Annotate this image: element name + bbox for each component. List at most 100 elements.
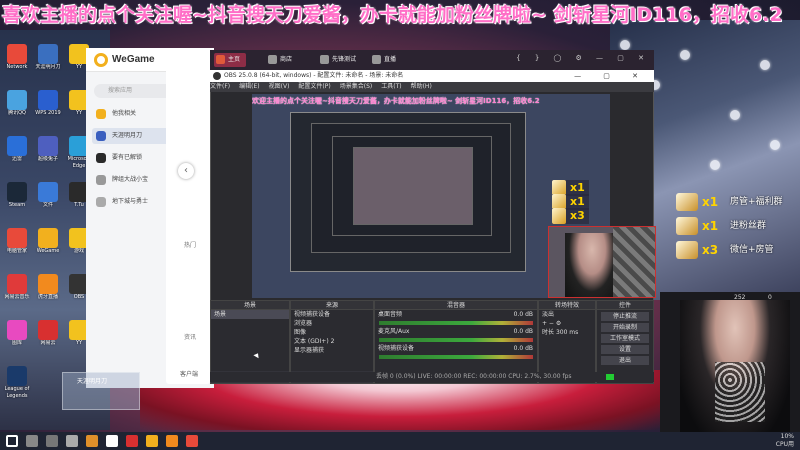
topbar-tab[interactable]: 商店 <box>266 53 292 67</box>
source-item[interactable]: 显示器捕获 <box>291 346 373 355</box>
obs-menu-item[interactable]: 配置文件(P) <box>298 83 330 90</box>
streamer-webcam: 252 0 <box>660 292 800 432</box>
netease-icon[interactable] <box>126 435 138 447</box>
blossom-petal <box>620 40 630 50</box>
obs-logo-icon <box>213 72 221 80</box>
wegame-icon[interactable] <box>146 435 158 447</box>
desktop-icon[interactable]: WeGame <box>33 228 63 264</box>
gift-row: x1 进粉丝群 <box>676 216 800 236</box>
desktop-icon[interactable]: Network <box>2 44 32 80</box>
desktop-icon[interactable]: 虎牙直播 <box>33 274 63 310</box>
ghost-window-thumbnail[interactable]: 天涯明月刀 <box>62 372 140 410</box>
scene-item[interactable]: 场景 <box>211 310 289 319</box>
app-icon[interactable] <box>106 435 118 447</box>
wegame-nav-label: 要有已解锁 <box>112 154 143 161</box>
app-icon[interactable] <box>66 435 78 447</box>
source-item[interactable]: 文本 (GDI+) 2 <box>291 337 373 346</box>
gift-row: x1 房管+福利群 <box>676 192 800 212</box>
control-button[interactable]: 开始录制 <box>601 323 649 332</box>
controls-list: 停止推流开始录制工作室模式设置退出 <box>597 312 653 365</box>
transition-type-select[interactable]: 淡出 <box>539 310 595 319</box>
taskbar: 10% CPU用 <box>0 432 800 450</box>
obs-menu-item[interactable]: 场景集合(S) <box>340 83 373 90</box>
control-button[interactable]: 设置 <box>601 345 649 354</box>
wegame-nav-label: 他我相关 <box>112 110 137 117</box>
preview-gift-item: x3 <box>552 208 589 224</box>
blossom-petal <box>710 160 720 170</box>
system-tray[interactable]: 10% CPU用 <box>776 433 794 449</box>
wegame-nav-icon <box>96 175 106 185</box>
control-button[interactable]: 停止推流 <box>601 312 649 321</box>
streaming-app-topbar: 主页 商店 先锋测试 直播 { } ◯ ⚙ — ▢ ✕ <box>210 50 654 70</box>
source-item[interactable]: 浏览器 <box>291 319 373 328</box>
mixer-dock-title: 混音器 <box>375 301 537 310</box>
mixer-volume-slider[interactable] <box>379 338 533 342</box>
desktop-app-icon <box>38 228 58 248</box>
obs-window-buttons[interactable]: — ▢ ✕ <box>574 70 648 82</box>
control-button[interactable]: 工作室模式 <box>601 334 649 343</box>
mixer-channel: 麦克风/Aux 0.0 dB <box>375 327 537 342</box>
desktop-icon-label: 虎牙直播 <box>37 294 58 300</box>
source-item[interactable]: 图像 <box>291 328 373 337</box>
wegame-nav-icon <box>96 109 106 119</box>
control-button[interactable]: 退出 <box>601 356 649 365</box>
scenes-dock-title: 场景 <box>211 301 289 310</box>
topbar-tab[interactable]: 直播 <box>370 53 396 67</box>
huya-icon[interactable] <box>166 435 178 447</box>
desktop-icon[interactable]: 网易云 <box>33 320 63 356</box>
mixer-volume-slider[interactable] <box>379 355 533 359</box>
gift-count: x1 <box>570 195 585 208</box>
desktop-app-icon <box>7 320 27 340</box>
search-icon[interactable] <box>26 435 38 447</box>
desktop-app-icon <box>38 136 58 156</box>
topbar-tab[interactable]: 先锋测试 <box>318 53 356 67</box>
manager-icon[interactable] <box>186 435 198 447</box>
mixer-volume-slider[interactable] <box>379 321 533 325</box>
wegame-client-button[interactable]: 客户端 <box>166 366 210 384</box>
desktop-icon[interactable]: 网易云音乐 <box>2 274 32 310</box>
task-view-icon[interactable] <box>46 435 58 447</box>
topbar-tab-label: 商店 <box>280 56 293 63</box>
streamer-lace-top <box>715 362 765 422</box>
desktop-icon[interactable]: Steam <box>2 182 32 218</box>
source-item[interactable]: 视频捕获设备 <box>291 310 373 319</box>
mixer-channel-header: 麦克风/Aux 0.0 dB <box>375 327 537 336</box>
desktop-icon[interactable]: 迅雷 <box>2 136 32 172</box>
sources-dock-title: 来源 <box>291 301 373 310</box>
topbar-tab-icon <box>268 55 277 64</box>
duration-value[interactable]: 300 ms <box>556 329 578 336</box>
banner-prev-arrow-icon[interactable]: ‹ <box>178 163 194 179</box>
folder-icon[interactable] <box>86 435 98 447</box>
desktop-icon[interactable]: 腾讯QQ <box>2 90 32 126</box>
like-count: 0 <box>768 294 772 301</box>
mixer-channel-name: 视频捕获设备 <box>378 345 415 352</box>
desktop-icon[interactable]: 文件 <box>33 182 63 218</box>
desktop-app-icon <box>38 44 58 64</box>
wegame-nav-icon <box>96 197 106 207</box>
desktop-icon[interactable]: 天涯明月刀 <box>33 44 63 80</box>
desktop-icon[interactable]: League of Legends <box>2 366 32 402</box>
viewer-count: 252 <box>734 294 746 301</box>
mixer-channel-header: 桌面音频 0.0 dB <box>375 310 537 319</box>
gift-box-icon <box>676 241 698 259</box>
transition-add-button[interactable]: + − ⚙ <box>539 319 595 328</box>
topbar-window-controls[interactable]: { } ◯ ⚙ — ▢ ✕ <box>516 54 650 62</box>
desktop-icon[interactable]: 超级兔子 <box>33 136 63 172</box>
obs-menu-item[interactable]: 文件(F) <box>210 83 230 90</box>
obs-statusbar: 丢帧 0 (0.0%) LIVE: 00:00:00 REC: 00:00:00… <box>210 372 654 382</box>
obs-menu-item[interactable]: 帮助(H) <box>411 83 432 90</box>
mixer-channel-level: 0.0 dB <box>513 345 533 352</box>
obs-menu-item[interactable]: 编辑(E) <box>239 83 259 90</box>
desktop-icon[interactable]: WPS 2019 <box>33 90 63 126</box>
gift-box-icon <box>676 217 698 235</box>
desktop-icon[interactable]: 图库 <box>2 320 32 356</box>
blossom-petal <box>730 110 740 120</box>
desktop-app-icon <box>7 136 27 156</box>
desktop-icon[interactable]: 电脑管家 <box>2 228 32 264</box>
obs-menu-item[interactable]: 视图(V) <box>269 83 290 90</box>
start-icon[interactable] <box>6 435 18 447</box>
preview-nested-screen <box>290 112 526 272</box>
desktop-icon-label: League of Legends <box>4 386 30 399</box>
topbar-tab[interactable]: 主页 <box>214 53 247 67</box>
obs-menu-item[interactable]: 工具(T) <box>381 83 401 90</box>
